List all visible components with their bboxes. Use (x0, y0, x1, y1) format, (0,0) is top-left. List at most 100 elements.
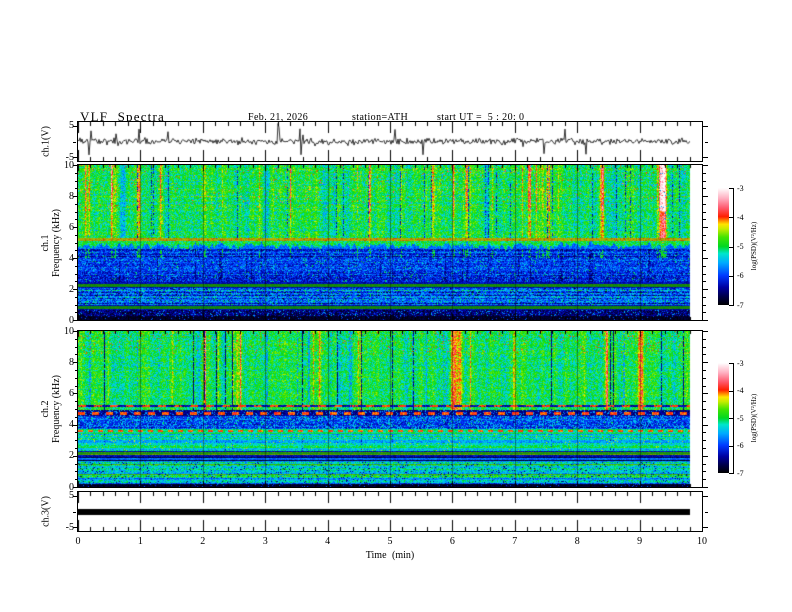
tick-mark (75, 219, 78, 220)
time-axis-label: Time (min) (365, 550, 415, 561)
tick-mark (75, 417, 78, 418)
tick-mark (73, 289, 78, 290)
tick-mark (703, 393, 708, 394)
tick-mark (703, 487, 708, 488)
tick-mark (703, 417, 706, 418)
tick-mark (703, 204, 706, 205)
tick-mark (75, 312, 78, 313)
tick-mark (703, 126, 708, 127)
spec-y-tick-label: 4 (69, 252, 74, 264)
tick-mark (73, 142, 76, 143)
tick-mark (75, 266, 78, 267)
tick-mark (75, 235, 78, 236)
tick-mark (75, 471, 78, 472)
tick-mark (729, 363, 734, 364)
tick-mark (729, 473, 734, 474)
cb-tick-label: -7 (737, 468, 744, 478)
tick-mark (703, 448, 706, 449)
tick-mark (75, 479, 78, 480)
tick-mark (75, 347, 78, 348)
tick-mark (703, 464, 706, 465)
tick-mark (75, 339, 78, 340)
tick-mark (703, 235, 706, 236)
x-tick-label: 5 (387, 536, 393, 547)
tick-mark (703, 362, 708, 363)
x-tick-label: 4 (325, 536, 331, 547)
tick-mark (73, 227, 78, 228)
tick-mark (75, 274, 78, 275)
tick-mark (703, 471, 706, 472)
tick-mark (75, 386, 78, 387)
tick-mark (73, 527, 78, 528)
spec-y-tick-label: 8 (69, 190, 74, 202)
tick-mark (703, 312, 706, 313)
cb-tick-label: -4 (737, 212, 744, 222)
tick-mark (705, 142, 708, 143)
tick-mark (75, 250, 78, 251)
spec-y-tick-label: 0 (69, 314, 74, 326)
spec-y-tick-label: 0 (69, 481, 74, 493)
tick-mark (75, 281, 78, 282)
tick-mark (729, 217, 734, 218)
tick-mark (75, 378, 78, 379)
tick-mark (703, 266, 706, 267)
tick-mark (703, 432, 706, 433)
tick-mark (729, 418, 734, 419)
tick-mark (75, 181, 78, 182)
spec-y-tick-label: 10 (64, 325, 74, 337)
tick-mark (703, 401, 706, 402)
tick-mark (729, 391, 734, 392)
tick-mark (75, 243, 78, 244)
tick-mark (703, 227, 708, 228)
x-tick-label: 7 (512, 536, 518, 547)
tick-mark (75, 212, 78, 213)
tick-mark (73, 157, 78, 158)
tick-mark (73, 496, 78, 497)
cb-tick-label: -6 (737, 441, 744, 450)
cb-tick-label: -7 (737, 300, 744, 310)
tick-mark (703, 188, 706, 189)
tick-mark (703, 196, 708, 197)
tick-mark (703, 258, 708, 259)
wave-y-tick-label: -5 (65, 521, 74, 533)
tick-mark (75, 370, 78, 371)
tick-mark (703, 354, 706, 355)
tick-mark (75, 401, 78, 402)
tick-mark (73, 487, 78, 488)
spec-y-tick-label: 10 (64, 159, 74, 171)
tick-mark (73, 258, 78, 259)
x-tick-label: 2 (200, 536, 206, 547)
ch3-waveform-canvas (78, 492, 702, 531)
tick-mark (75, 173, 78, 174)
wave-y-tick-label: 5 (69, 120, 74, 132)
tick-mark (703, 456, 708, 457)
tick-mark (703, 274, 706, 275)
x-tick-label: 8 (574, 536, 580, 547)
tick-mark (703, 378, 706, 379)
tick-mark (703, 157, 708, 158)
tick-mark (75, 464, 78, 465)
tick-mark (703, 370, 706, 371)
ch2-spectrogram-canvas (78, 331, 702, 487)
tick-mark (703, 173, 706, 174)
tick-mark (75, 297, 78, 298)
tick-mark (729, 247, 734, 248)
tick-mark (75, 409, 78, 410)
ch3-waveform-panel (77, 491, 703, 532)
tick-mark (729, 446, 734, 447)
tick-mark (75, 305, 78, 306)
x-tick-label: 10 (697, 536, 707, 547)
tick-mark (703, 409, 706, 410)
cb-tick-label: -6 (737, 271, 744, 281)
x-tick-label: 9 (637, 536, 643, 547)
x-tick-label: 3 (262, 536, 268, 547)
tick-mark (73, 196, 78, 197)
spec-y-tick-label: 4 (69, 419, 74, 431)
ch1-waveform-panel (77, 121, 703, 162)
tick-mark (73, 126, 78, 127)
cb-tick-label: -5 (737, 413, 744, 423)
tick-mark (73, 362, 78, 363)
tick-mark (703, 165, 708, 166)
tick-mark (73, 456, 78, 457)
tick-mark (703, 297, 706, 298)
